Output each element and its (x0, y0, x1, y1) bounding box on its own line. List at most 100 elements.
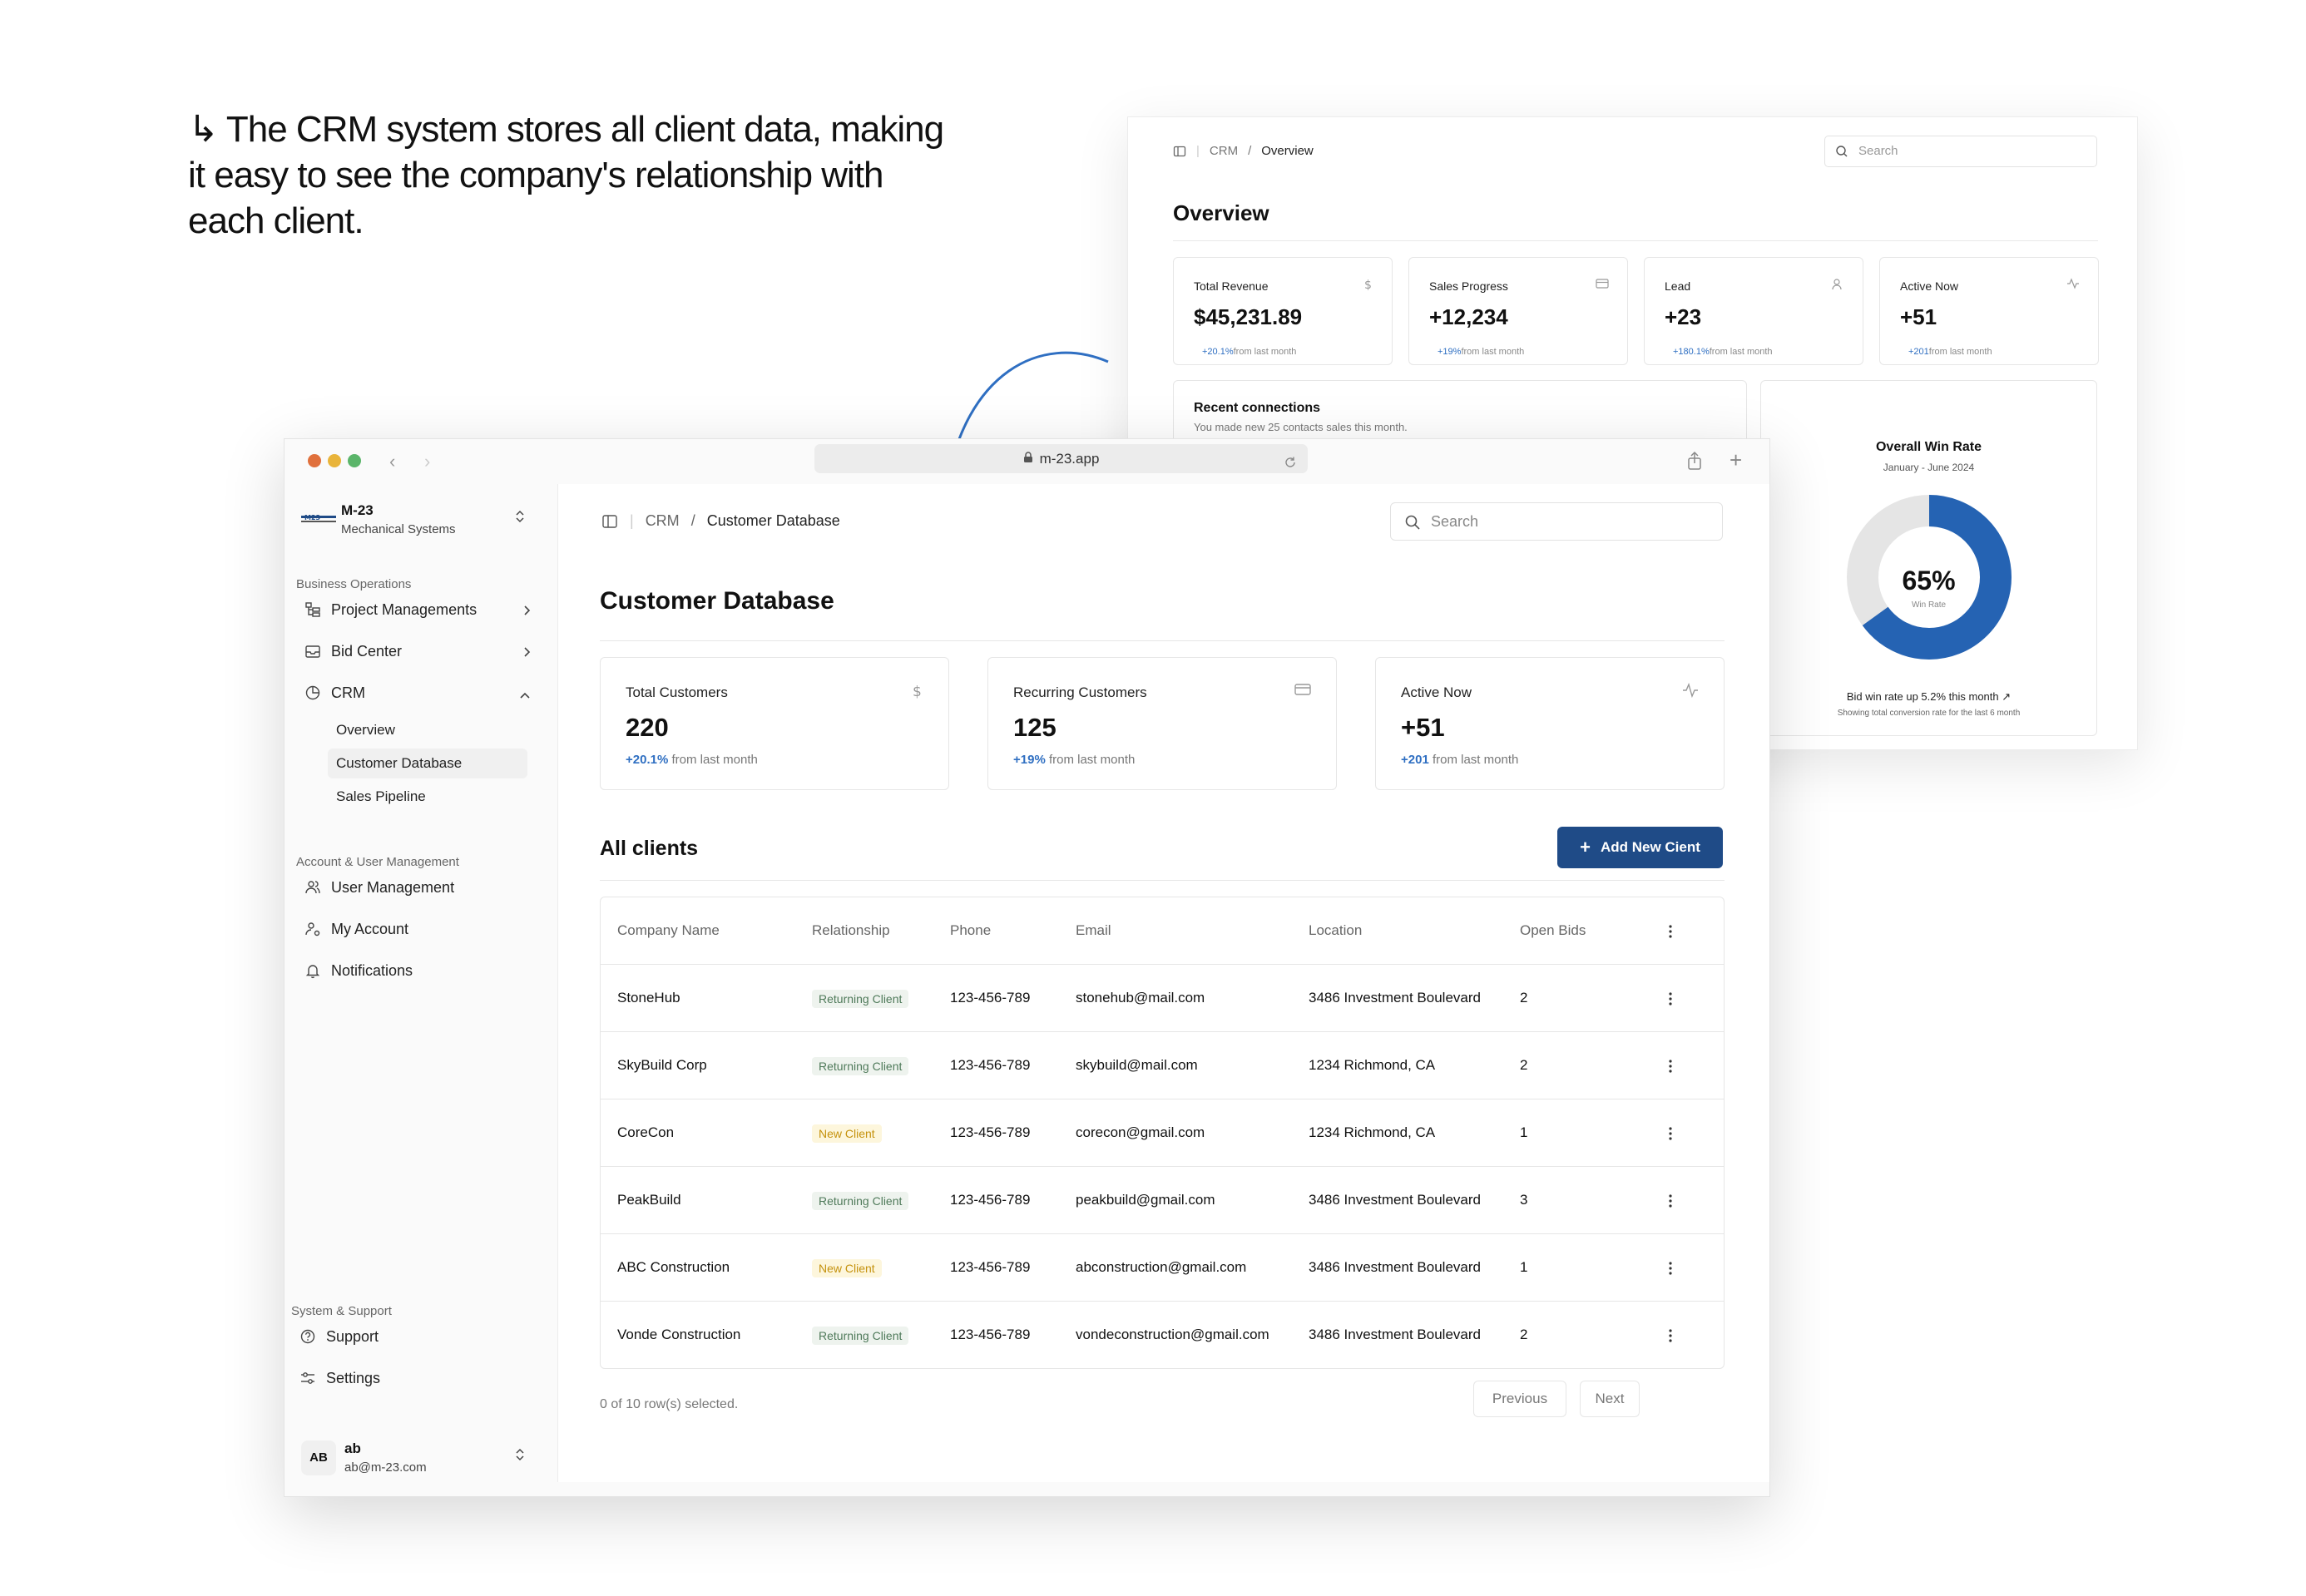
company-name: PeakBuild (617, 1192, 681, 1208)
column-options-icon[interactable] (1669, 897, 1672, 964)
help-circle-icon (299, 1328, 318, 1345)
sidebar-toggle-icon[interactable] (1173, 145, 1186, 158)
reload-icon[interactable] (1283, 451, 1298, 480)
table-row[interactable]: CoreCon New Client 123-456-789 corecon@gmai… (601, 1099, 1724, 1167)
email: corecon@gmail.com (1076, 1124, 1205, 1140)
phone: 123-456-789 (950, 1327, 1031, 1342)
breadcrumb-root[interactable]: CRM (1210, 144, 1238, 158)
stat-card-active-now: Active Now +51 +201 from last month (1879, 257, 2099, 365)
page-title: Overview (1173, 200, 1269, 225)
breadcrumb-current: Customer Database (706, 512, 840, 529)
relationship-badge: Returning Client (812, 989, 909, 1008)
sidebar-item-support[interactable]: Support (291, 1321, 537, 1352)
recent-title: Recent connections (1194, 401, 1321, 415)
relationship-badge: Returning Client (812, 1056, 909, 1075)
column-header[interactable]: Phone (950, 897, 991, 964)
relationship-badge: Returning Client (812, 1191, 909, 1210)
sidebar-item-user-management[interactable]: User Management (296, 872, 542, 903)
row-actions-icon[interactable] (1669, 965, 1672, 1031)
table-row[interactable]: PeakBuild Returning Client 123-456-789 peak… (601, 1167, 1724, 1234)
table-row[interactable]: ABC Construction New Client 123-456-789 abc… (601, 1234, 1724, 1302)
row-actions-icon[interactable] (1669, 1099, 1672, 1166)
stat-card-sales-progress: Sales Progress +12,234 +19% from last mo… (1408, 257, 1628, 365)
card-icon (1596, 278, 1609, 294)
activity-icon (1682, 682, 1699, 702)
activity-icon (2066, 278, 2080, 294)
open-bids: 1 (1520, 1259, 1528, 1275)
stat-value: 220 (626, 713, 669, 742)
sidebar-item-label: Bid Center (331, 642, 403, 660)
svg-text:$: $ (1364, 279, 1372, 291)
email: abconstruction@gmail.com (1076, 1259, 1247, 1275)
location: 3486 Investment Boulevard (1309, 990, 1481, 1006)
next-button[interactable]: Next (1580, 1381, 1640, 1417)
breadcrumb-root[interactable]: CRM (646, 512, 680, 530)
back-icon[interactable]: ‹ (389, 451, 395, 472)
arrow-turn-icon: ↳ (188, 109, 219, 150)
stat-label: Sales Progress (1429, 279, 1508, 293)
sidebar-item-crm[interactable]: CRM (296, 677, 542, 709)
sidebar-item-notifications[interactable]: Notifications (296, 955, 542, 986)
column-header[interactable]: Email (1076, 897, 1111, 964)
sidebar-item-label: Settings (326, 1369, 381, 1386)
button-label: Add New Cient (1600, 839, 1700, 855)
table-row[interactable]: Vonde Construction Returning Client 123-45… (601, 1302, 1724, 1368)
svg-text:$: $ (913, 684, 922, 699)
maximize-window-dot[interactable] (348, 454, 361, 467)
search-icon (1836, 146, 1848, 157)
breadcrumb-slash: / (690, 512, 695, 529)
table-row[interactable]: SkyBuild Corp Returning Client 123-456-789… (601, 1032, 1724, 1099)
users-icon (304, 879, 323, 896)
user-email: ab@m-23.com (344, 1460, 427, 1475)
row-actions-icon[interactable] (1669, 1302, 1672, 1368)
previous-button[interactable]: Previous (1473, 1381, 1566, 1417)
new-tab-icon[interactable]: + (1730, 447, 1742, 473)
chevrons-up-down-icon[interactable] (514, 509, 526, 528)
search-icon (1405, 515, 1420, 530)
sidebar-item-label: Support (326, 1327, 379, 1345)
sidebar-item-my-account[interactable]: My Account (296, 913, 542, 945)
search-input[interactable]: Search (1390, 502, 1723, 541)
close-window-dot[interactable] (308, 454, 321, 467)
minimize-window-dot[interactable] (328, 454, 341, 467)
chevrons-up-down-icon[interactable] (514, 1447, 526, 1466)
share-icon[interactable] (1686, 451, 1703, 475)
address-bar[interactable]: m-23.app (814, 444, 1308, 473)
add-new-client-button[interactable]: + Add New Cient (1557, 827, 1723, 868)
relationship-badge: Returning Client (812, 1326, 909, 1345)
stat-label: Total Customers (626, 684, 728, 700)
customer-database-window: ‹ › m-23.app + M23 M-23 Mechanical Syste… (284, 438, 1770, 1497)
row-actions-icon[interactable] (1669, 1167, 1672, 1233)
phone: 123-456-789 (950, 990, 1031, 1006)
headline: ↳ The CRM system stores all client data, … (188, 106, 953, 244)
section-title: All clients (600, 837, 699, 860)
breadcrumb-current: Overview (1261, 144, 1314, 158)
sidebar-item-project-managements[interactable]: Project Managements (296, 594, 542, 625)
row-actions-icon[interactable] (1669, 1234, 1672, 1301)
column-header[interactable]: Location (1309, 897, 1362, 964)
stat-value: +51 (1401, 713, 1445, 742)
win-rate-title: Overall Win Rate (1875, 440, 1982, 454)
sidebar-item-settings[interactable]: Settings (291, 1362, 537, 1394)
stat-label: Active Now (1401, 684, 1472, 700)
column-header[interactable]: Open Bids (1520, 897, 1586, 964)
sidebar-subitem-sales-pipeline[interactable]: Sales Pipeline (328, 782, 527, 812)
stat-delta: +19% from last month (1438, 347, 1525, 357)
table-row[interactable]: StoneHub Returning Client 123-456-789 stone… (601, 965, 1724, 1032)
search-input[interactable]: Search (1824, 136, 2097, 167)
card-icon (1294, 683, 1311, 700)
row-actions-icon[interactable] (1669, 1032, 1672, 1099)
stat-delta: +19% from last month (1013, 753, 1136, 767)
breadcrumb-slash: / (1248, 144, 1252, 158)
sidebar-subitem-customer-database[interactable]: Customer Database (328, 749, 527, 778)
relationship-cell: Returning Client (812, 1302, 909, 1368)
divider (600, 880, 1725, 881)
column-header[interactable]: Company Name (617, 897, 720, 964)
sidebar-item-bid-center[interactable]: Bid Center (296, 635, 542, 667)
sidebar-toggle-icon[interactable] (601, 513, 618, 530)
sidebar-subitem-overview[interactable]: Overview (328, 715, 527, 745)
forward-icon[interactable]: › (424, 451, 430, 472)
column-header[interactable]: Relationship (812, 897, 890, 964)
svg-text:M23: M23 (304, 514, 320, 521)
folder-tree-icon (304, 601, 323, 618)
